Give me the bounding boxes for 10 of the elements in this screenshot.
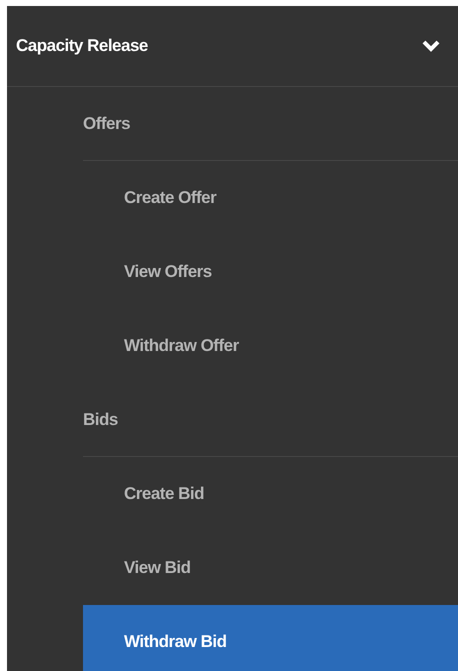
menu-header[interactable]: Capacity Release (7, 6, 458, 87)
menu-item[interactable]: Create Offer (83, 161, 458, 235)
chevron-icon (422, 39, 440, 53)
menu-item[interactable]: View Bid (83, 531, 458, 605)
menu-item[interactable]: Create Bid (83, 457, 458, 531)
menu-group-label: Offers (83, 112, 130, 135)
menu-item[interactable]: View Offers (83, 235, 458, 309)
menu-group-label: Bids (83, 408, 118, 431)
menu-item[interactable]: Withdraw Offer (83, 309, 458, 383)
menu-item[interactable]: Withdraw Bid (83, 605, 458, 671)
